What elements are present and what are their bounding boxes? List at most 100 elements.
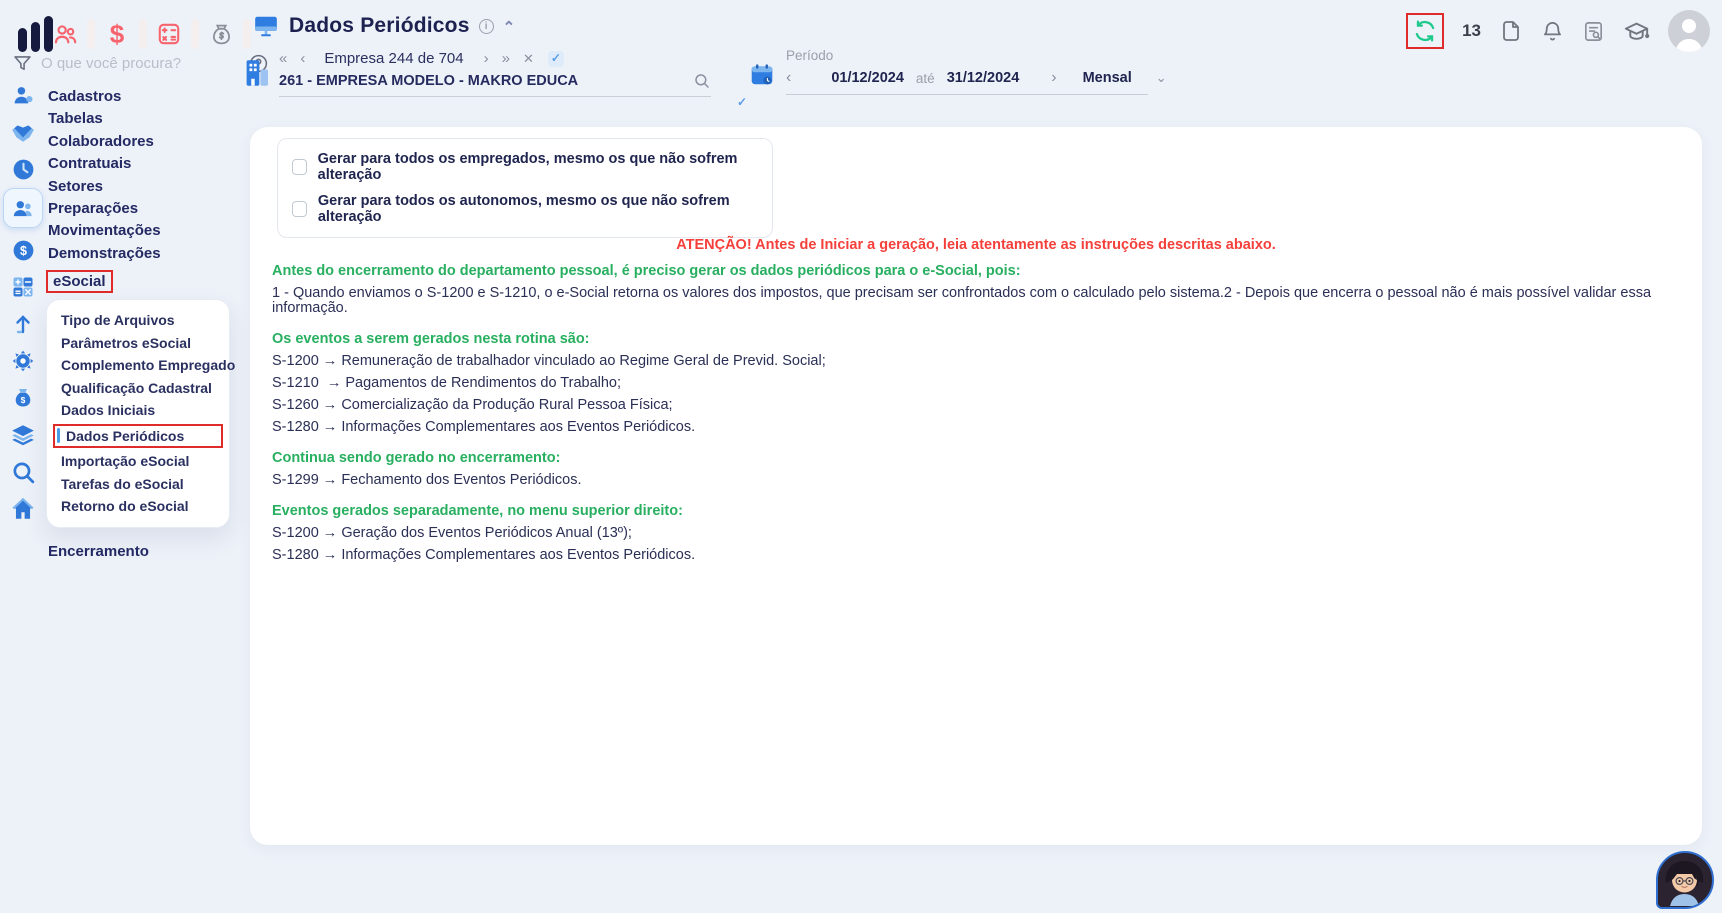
clock-icon[interactable] xyxy=(8,154,38,184)
sidebar-menu: Cadastros Tabelas Colaboradores Contratu… xyxy=(46,86,236,563)
audit-log-icon[interactable] xyxy=(1582,20,1605,43)
icon-rail: $ $ xyxy=(0,80,46,531)
user-avatar[interactable] xyxy=(1668,10,1710,52)
info-icon[interactable]: i xyxy=(479,19,494,34)
svg-text:$: $ xyxy=(20,244,27,258)
period-end-date[interactable]: 31/12/2024 xyxy=(947,70,1020,86)
sidebar-item-contratuais[interactable]: Contratuais xyxy=(46,153,236,175)
divider xyxy=(243,19,251,49)
section-line: S-1260 → Comercialização da Produção Rur… xyxy=(272,398,1678,413)
section-line: S-1280 → Informações Complementares aos … xyxy=(272,420,1678,435)
submenu-item-label: Dados Periódicos xyxy=(66,428,184,445)
generate-all-employees-label: Gerar para todos os empregados, mesmo os… xyxy=(318,151,758,183)
sidebar-item-preparacoes[interactable]: Preparações xyxy=(46,198,236,220)
section-line: 1 - Quando enviamos o S-1200 e S-1210, o… xyxy=(272,286,1678,316)
search-input[interactable] xyxy=(41,55,240,72)
submenu-item-tipo-de-arquivos[interactable]: Tipo de Arquivos xyxy=(47,309,229,332)
submenu-item-tarefas-do-esocial[interactable]: Tarefas do eSocial xyxy=(47,473,229,496)
section-line: S-1299 → Fechamento dos Eventos Periódic… xyxy=(272,473,1678,488)
generate-all-autonomous-checkbox[interactable] xyxy=(292,201,307,217)
period-mode-chevron-icon[interactable]: ⌄ xyxy=(1156,70,1167,86)
company-name[interactable]: 261 - EMPRESA MODELO - MAKRO EDUCA xyxy=(279,73,693,89)
company-clear-button[interactable]: ✕ xyxy=(523,51,534,67)
settings-gear-icon[interactable] xyxy=(8,346,38,376)
search-rail-icon[interactable] xyxy=(8,457,38,487)
financial-module-icon[interactable]: $ xyxy=(100,18,134,50)
sidebar-item-encerramento[interactable]: Encerramento xyxy=(46,541,236,563)
section-line: S-1280 → Informações Complementares aos … xyxy=(272,548,1678,563)
home-icon[interactable] xyxy=(8,494,38,524)
graduation-cap-icon[interactable] xyxy=(1623,18,1650,45)
company-next-button[interactable]: › xyxy=(484,50,488,67)
section-line: S-1210 → Pagamentos de Rendimentos do Tr… xyxy=(272,376,1678,391)
divider xyxy=(87,19,95,49)
attention-warning: ATENÇÃO! Antes de Iniciar a geração, lei… xyxy=(250,237,1702,253)
calendar-icon xyxy=(748,62,776,88)
submenu-item-complemento-empregado[interactable]: Complemento Empregado xyxy=(47,354,229,377)
section-line: S-1200 → Remuneração de trabalhador vinc… xyxy=(272,354,1678,369)
sidebar-item-cadastros[interactable]: Cadastros xyxy=(46,86,236,108)
active-indicator-bar xyxy=(57,428,60,443)
refresh-highlight-box xyxy=(1406,13,1444,49)
filter-icon[interactable] xyxy=(12,53,33,74)
section-heading: Antes do encerramento do departamento pe… xyxy=(272,263,1678,279)
company-prev-button[interactable]: ‹ xyxy=(300,50,304,67)
layers-icon[interactable] xyxy=(8,420,38,450)
monitor-icon xyxy=(252,13,280,39)
submenu-item-dados-periodicos[interactable]: Dados Periódicos xyxy=(53,424,223,449)
period-separator: até xyxy=(916,71,935,86)
svg-text:$: $ xyxy=(21,395,26,405)
refresh-icon[interactable] xyxy=(1412,18,1438,44)
finance-bag-icon[interactable]: $ xyxy=(8,383,38,413)
generation-options-box: Gerar para todos os empregados, mesmo os… xyxy=(277,138,773,238)
period-start-date[interactable]: 01/12/2024 xyxy=(831,70,904,86)
section-heading: Eventos gerados separadamente, no menu s… xyxy=(272,503,1678,519)
instructions: Antes do encerramento do departamento pe… xyxy=(272,263,1678,563)
submenu-item-dados-iniciais[interactable]: Dados Iniciais xyxy=(47,399,229,422)
period-mode-select[interactable]: Mensal xyxy=(1083,70,1132,86)
module-switcher: $ xyxy=(48,18,256,50)
handshake-icon[interactable] xyxy=(8,117,38,147)
payroll-dollar-icon[interactable]: $ xyxy=(8,235,38,265)
sidebar-item-esocial[interactable]: eSocial xyxy=(46,270,113,293)
submenu-item-qualificacao-cadastral[interactable]: Qualificação Cadastral xyxy=(47,377,229,400)
pending-count[interactable]: 13 xyxy=(1462,21,1481,41)
employees-icon-selected[interactable] xyxy=(3,188,43,228)
main-content-card: Gerar para todos os empregados, mesmo os… xyxy=(250,127,1702,845)
sidebar-item-colaboradores[interactable]: Colaboradores xyxy=(46,131,236,153)
section-heading: Os eventos a serem gerados nesta rotina … xyxy=(272,331,1678,347)
submenu-item-importacao-esocial[interactable]: Importação eSocial xyxy=(47,450,229,473)
chat-assistant-avatar[interactable] xyxy=(1656,851,1714,909)
company-first-button[interactable]: « xyxy=(279,50,286,67)
calculations-icon[interactable] xyxy=(8,272,38,302)
company-position-label: Empresa 244 de 704 xyxy=(324,50,463,67)
page-title: Dados Periódicos xyxy=(289,14,470,38)
esocial-submenu: Tipo de Arquivos Parâmetros eSocial Comp… xyxy=(46,299,230,528)
money-bag-module-icon[interactable] xyxy=(204,18,238,50)
generate-all-employees-checkbox[interactable] xyxy=(292,159,307,175)
company-search-icon[interactable] xyxy=(693,72,711,90)
period-prev-button[interactable]: ‹ xyxy=(786,69,791,87)
sidebar-item-movimentacoes[interactable]: Movimentações xyxy=(46,220,236,242)
building-icon xyxy=(243,58,271,88)
movements-icon[interactable] xyxy=(8,309,38,339)
sidebar-item-demonstracoes[interactable]: Demonstrações xyxy=(46,243,236,265)
document-icon[interactable] xyxy=(1499,19,1523,43)
calculator-module-icon[interactable] xyxy=(152,18,186,50)
divider xyxy=(139,19,147,49)
people-module-icon[interactable] xyxy=(48,18,82,50)
collapse-chevron-icon[interactable]: ⌃ xyxy=(503,18,516,36)
registrations-icon[interactable] xyxy=(8,80,38,110)
sidebar-item-setores[interactable]: Setores xyxy=(46,176,236,198)
submenu-item-parametros-esocial[interactable]: Parâmetros eSocial xyxy=(47,332,229,355)
company-last-button[interactable]: » xyxy=(502,50,509,67)
period-next-button[interactable]: › xyxy=(1051,69,1056,87)
sidebar-item-tabelas[interactable]: Tabelas xyxy=(46,108,236,130)
divider xyxy=(191,19,199,49)
period-label: Período xyxy=(786,48,1153,63)
section-line: S-1200 → Geração dos Eventos Periódicos … xyxy=(272,526,1678,541)
bell-icon[interactable] xyxy=(1541,20,1564,43)
company-filter-checkbox[interactable] xyxy=(548,51,564,67)
submenu-item-retorno-do-esocial[interactable]: Retorno do eSocial xyxy=(47,495,229,518)
generate-all-autonomous-label: Gerar para todos os autonomos, mesmo os … xyxy=(318,193,758,225)
